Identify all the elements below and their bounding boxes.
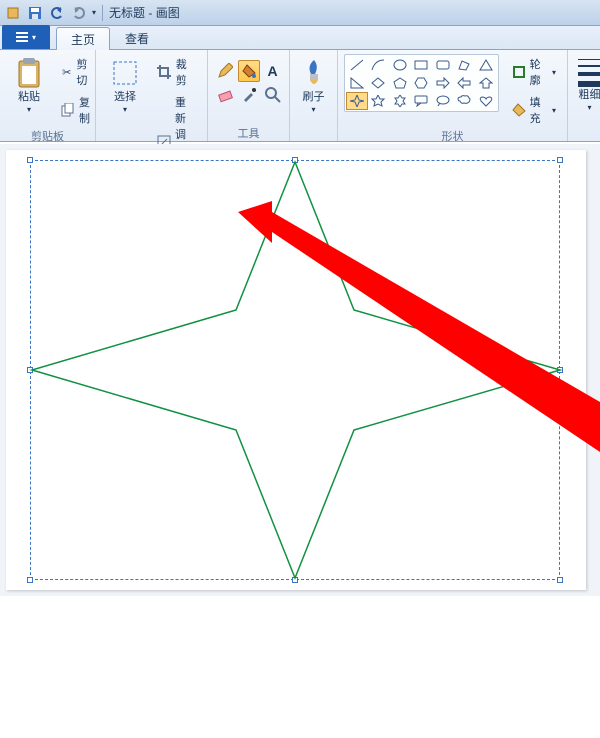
- selection-icon: [109, 57, 141, 89]
- shape-hexagon[interactable]: [411, 74, 433, 92]
- copy-label: 复制: [79, 94, 92, 126]
- fill-icon: [512, 102, 526, 118]
- shape-curve[interactable]: [368, 56, 390, 74]
- tool-eraser[interactable]: [214, 84, 236, 106]
- group-size: 粗细 ▾: [568, 50, 600, 141]
- workspace: [0, 144, 600, 596]
- group-tools-label: 工具: [214, 125, 283, 139]
- shape-arrow-left[interactable]: [454, 74, 476, 92]
- paint-app-icon[interactable]: [4, 4, 22, 22]
- shape-right-triangle[interactable]: [346, 74, 368, 92]
- size-label: 粗细: [579, 89, 600, 101]
- group-shapes-label: 形状: [344, 128, 561, 142]
- shape-arrow-up[interactable]: [475, 74, 497, 92]
- tool-pencil[interactable]: [214, 60, 236, 82]
- ribbon-tab-strip: ▾ 主页 查看: [0, 26, 600, 50]
- shape-callout-cloud[interactable]: [454, 92, 476, 110]
- title-separator: [102, 5, 103, 21]
- shape-5star[interactable]: [368, 92, 390, 110]
- shape-diamond[interactable]: [368, 74, 390, 92]
- size-button[interactable]: 粗细 ▾: [569, 54, 600, 115]
- shape-polygon[interactable]: [454, 56, 476, 74]
- shape-callout-oval[interactable]: [432, 92, 454, 110]
- paste-label: 粘贴: [18, 91, 40, 103]
- shape-oval[interactable]: [389, 56, 411, 74]
- chevron-down-icon: ▾: [27, 105, 31, 114]
- outline-icon: [512, 64, 526, 80]
- chevron-down-icon: ▾: [32, 33, 36, 42]
- file-menu-button[interactable]: ▾: [2, 25, 50, 49]
- shape-roundrect[interactable]: [432, 56, 454, 74]
- qat-customize-caret[interactable]: ▾: [92, 8, 96, 17]
- tab-home[interactable]: 主页: [56, 27, 110, 50]
- scissors-icon: ✂: [61, 64, 72, 80]
- shape-rect[interactable]: [411, 56, 433, 74]
- shape-triangle[interactable]: [475, 56, 497, 74]
- group-shapes: 轮廓▾ 填充▾ 形状: [338, 50, 568, 141]
- tab-view[interactable]: 查看: [110, 26, 164, 49]
- shapes-gallery[interactable]: [344, 54, 499, 112]
- outline-label: 轮廓: [530, 56, 548, 88]
- chevron-down-icon: ▾: [312, 105, 316, 114]
- copy-icon: [61, 102, 75, 118]
- group-image: 选择 ▾ 裁剪 重新调整大小: [96, 50, 208, 141]
- shape-outline-button[interactable]: 轮廓▾: [507, 54, 561, 90]
- group-size-label: [574, 125, 600, 139]
- qat-redo-button[interactable]: [70, 4, 88, 22]
- window-title: 无标题 - 画图: [109, 4, 180, 21]
- ribbon: 粘贴 ▾ ✂ 剪切 复制 剪贴板: [0, 50, 600, 142]
- title-bar: ▾ 无标题 - 画图: [0, 0, 600, 26]
- brushes-label: 刷子: [303, 91, 325, 103]
- group-clipboard-label: 剪贴板: [6, 128, 89, 142]
- shape-4star[interactable]: [346, 92, 368, 110]
- shape-pentagon[interactable]: [389, 74, 411, 92]
- size-icon: [576, 55, 600, 87]
- tool-magnifier[interactable]: [262, 84, 284, 106]
- brush-icon: [298, 57, 330, 89]
- shape-arrow-right[interactable]: [432, 74, 454, 92]
- group-clipboard: 粘贴 ▾ ✂ 剪切 复制 剪贴板: [0, 50, 96, 141]
- qat-undo-button[interactable]: [48, 4, 66, 22]
- select-button[interactable]: 选择 ▾: [102, 54, 148, 117]
- cut-label: 剪切: [76, 56, 92, 88]
- fill-label: 填充: [530, 94, 548, 126]
- qat-save-button[interactable]: [26, 4, 44, 22]
- group-brushes-label: [296, 125, 331, 139]
- shape-line[interactable]: [346, 56, 368, 74]
- select-label: 选择: [114, 91, 136, 103]
- chevron-down-icon: ▾: [588, 103, 592, 112]
- shape-6star[interactable]: [389, 92, 411, 110]
- clipboard-icon: [13, 57, 45, 89]
- shape-fill-button[interactable]: 填充▾: [507, 92, 561, 128]
- brushes-button[interactable]: 刷子 ▾: [291, 54, 337, 117]
- shape-heart[interactable]: [475, 92, 497, 110]
- crop-button[interactable]: 裁剪: [152, 54, 201, 90]
- canvas[interactable]: [6, 150, 586, 590]
- group-tools: A 工具: [208, 50, 290, 141]
- drawn-shape-4star: [6, 150, 586, 590]
- crop-icon: [157, 64, 172, 80]
- crop-label: 裁剪: [176, 56, 196, 88]
- tool-text[interactable]: A: [262, 60, 284, 82]
- group-brushes: 刷子 ▾: [290, 50, 338, 141]
- chevron-down-icon: ▾: [123, 105, 127, 114]
- paste-button[interactable]: 粘贴 ▾: [6, 54, 52, 117]
- shape-callout-rect[interactable]: [411, 92, 433, 110]
- copy-button[interactable]: 复制: [56, 92, 97, 128]
- menu-icon: [16, 31, 28, 43]
- tool-picker[interactable]: [238, 84, 260, 106]
- tool-fill[interactable]: [238, 60, 260, 82]
- cut-button[interactable]: ✂ 剪切: [56, 54, 97, 90]
